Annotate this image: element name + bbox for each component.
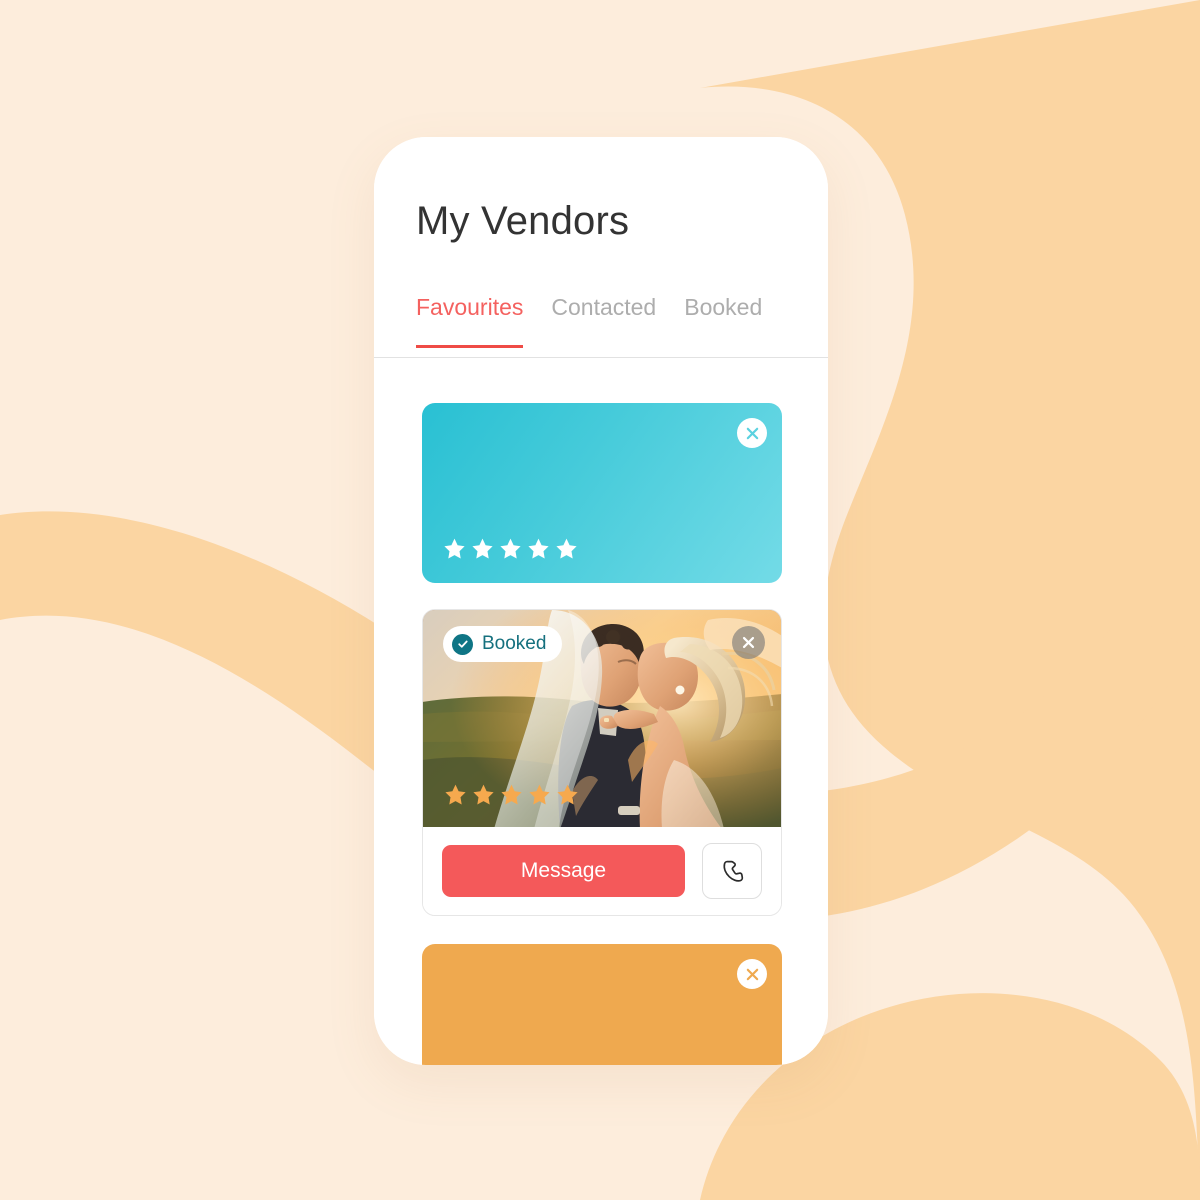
remove-vendor-button[interactable] (737, 418, 767, 448)
star-icon (500, 538, 521, 559)
close-icon (742, 636, 755, 649)
phone-frame: My Vendors Favourites Contacted Booked B… (374, 137, 828, 1065)
tab-divider (374, 357, 828, 358)
tab-booked[interactable]: Booked (684, 294, 762, 348)
star-icon (472, 538, 493, 559)
booked-status-badge: Booked (443, 626, 563, 662)
star-icon (473, 784, 494, 805)
app-screen: My Vendors Favourites Contacted Booked B… (374, 137, 828, 1065)
star-icon (557, 784, 578, 805)
tab-favourites[interactable]: Favourites (416, 294, 524, 348)
remove-vendor-button[interactable] (737, 959, 767, 989)
remove-vendor-button[interactable] (732, 626, 765, 659)
check-icon (457, 640, 468, 648)
check-circle-icon (452, 633, 473, 655)
close-icon (746, 427, 758, 439)
page-title: My Vendors (416, 199, 630, 243)
rating-stars-orange (443, 783, 580, 807)
vendor-card-booked[interactable]: Booked Message (422, 609, 782, 916)
phone-icon (722, 860, 743, 882)
star-icon (501, 784, 522, 805)
star-icon (444, 538, 465, 559)
vendor-card-orange[interactable] (422, 944, 782, 1065)
booked-badge-label: Booked (482, 633, 547, 654)
tab-bar: Favourites Contacted Booked (416, 294, 762, 348)
call-button[interactable] (702, 843, 762, 899)
star-icon (445, 784, 466, 805)
tab-contacted[interactable]: Contacted (551, 294, 656, 348)
vendor-card-list: Booked Message (422, 403, 782, 1065)
vendor-card-actions: Message (423, 827, 781, 915)
vendor-photo: Booked (423, 610, 781, 829)
star-icon (556, 538, 577, 559)
close-icon (746, 968, 758, 980)
vendor-card-teal[interactable] (422, 403, 782, 583)
rating-stars-white (442, 537, 579, 561)
message-button[interactable]: Message (442, 845, 685, 897)
star-icon (529, 784, 550, 805)
star-icon (528, 538, 549, 559)
